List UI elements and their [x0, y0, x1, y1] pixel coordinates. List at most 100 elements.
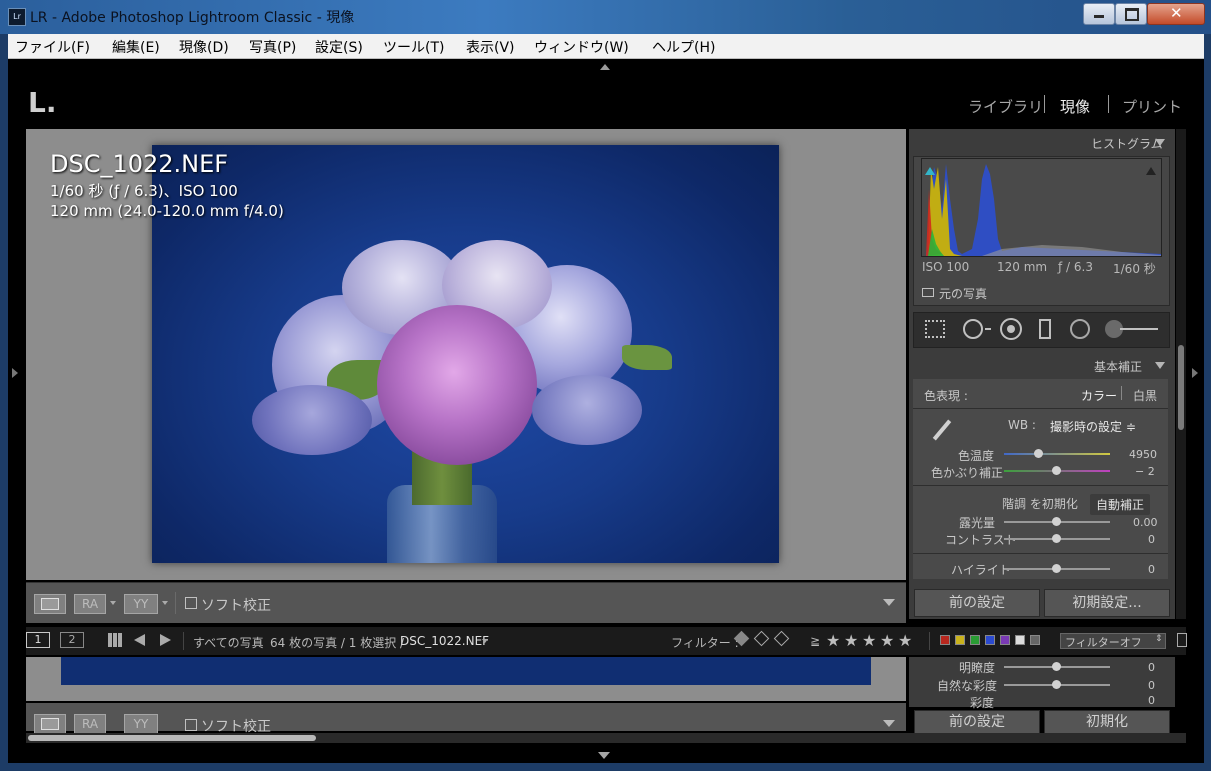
reset-button[interactable]: 初期化: [1044, 710, 1170, 734]
toolbar-divider: [175, 592, 176, 614]
purple-label-filter[interactable]: [1000, 635, 1010, 645]
original-photo-checkbox[interactable]: [922, 288, 934, 297]
saturation-value[interactable]: 0: [1148, 694, 1155, 707]
shadow-clipping-icon[interactable]: [925, 167, 935, 175]
radial-filter-icon[interactable]: [1070, 319, 1090, 339]
exposure-slider-knob[interactable]: [1052, 517, 1061, 526]
contrast-slider-knob[interactable]: [1052, 534, 1061, 543]
source-all-photos[interactable]: すべての写真: [193, 634, 264, 651]
histogram-graph[interactable]: [921, 158, 1162, 257]
tone-reset-label[interactable]: 階調 を初期化: [1002, 495, 1078, 512]
horizontal-scrollbar-thumb[interactable]: [28, 735, 316, 741]
before-after-tb-button[interactable]: YY: [124, 594, 158, 614]
temp-slider[interactable]: [1004, 453, 1110, 455]
menu-file[interactable]: ファイル(F): [15, 37, 90, 57]
previous-settings-button[interactable]: 前の設定: [914, 710, 1040, 734]
left-panel-toggle-icon[interactable]: [12, 368, 18, 378]
maximize-button[interactable]: [1115, 3, 1147, 25]
previous-image-icon[interactable]: [134, 634, 145, 646]
minimize-button[interactable]: [1083, 3, 1115, 25]
clarity-value[interactable]: 0: [1148, 661, 1155, 674]
loupe-view-button[interactable]: [34, 594, 66, 614]
chevron-down-icon[interactable]: [110, 601, 116, 605]
filmstrip-toggle-icon[interactable]: [1177, 633, 1187, 647]
graduated-filter-icon[interactable]: [1039, 319, 1051, 339]
collapse-triangle-icon[interactable]: [1155, 139, 1165, 146]
red-eye-icon[interactable]: [1000, 318, 1022, 340]
menu-photo[interactable]: 写真(P): [249, 37, 296, 57]
star-5-icon[interactable]: ★: [898, 631, 912, 650]
menu-window[interactable]: ウィンドウ(W): [534, 37, 629, 57]
no-label-filter[interactable]: [1030, 635, 1040, 645]
before-after-tb-button[interactable]: YY: [124, 714, 158, 734]
current-file[interactable]: DSC_1022.NEF: [400, 634, 489, 648]
menu-edit[interactable]: 編集(E): [112, 37, 160, 57]
menu-settings[interactable]: 設定(S): [315, 37, 363, 57]
red-label-filter[interactable]: [940, 635, 950, 645]
highlights-slider-knob[interactable]: [1052, 564, 1061, 573]
toolbar-menu-icon[interactable]: [883, 599, 895, 606]
tint-value[interactable]: − 2: [1135, 465, 1155, 478]
grid-view-icon[interactable]: [108, 633, 122, 647]
close-button[interactable]: ✕: [1147, 3, 1205, 25]
wb-select[interactable]: 撮影時の設定 ≑: [1050, 418, 1136, 435]
blue-label-filter[interactable]: [985, 635, 995, 645]
histogram-title[interactable]: ヒストグラム: [1091, 135, 1163, 152]
module-print[interactable]: プリント: [1122, 96, 1182, 117]
loupe-view-button[interactable]: [34, 714, 66, 734]
bottom-panel-toggle-icon[interactable]: [598, 752, 610, 759]
clarity-slider-knob[interactable]: [1052, 662, 1061, 671]
module-library[interactable]: ライブラリ: [968, 96, 1043, 117]
star-2-icon[interactable]: ★: [844, 631, 858, 650]
treatment-bw[interactable]: 白黒: [1133, 387, 1157, 404]
chevron-down-icon[interactable]: [162, 601, 168, 605]
temp-slider-knob[interactable]: [1034, 449, 1043, 458]
before-after-lr-button[interactable]: RA: [74, 714, 106, 734]
green-label-filter[interactable]: [970, 635, 980, 645]
chevron-down-icon[interactable]: [482, 639, 488, 643]
star-1-icon[interactable]: ★: [826, 631, 840, 650]
vibrance-value[interactable]: 0: [1148, 679, 1155, 692]
reset-button[interactable]: 初期設定...: [1044, 589, 1170, 617]
star-3-icon[interactable]: ★: [862, 631, 876, 650]
custom-label-filter[interactable]: [1015, 635, 1025, 645]
crop-tool-icon[interactable]: [925, 320, 945, 338]
temp-value[interactable]: 4950: [1129, 448, 1157, 461]
menu-tools[interactable]: ツール(T): [383, 37, 444, 57]
secondary-window-button[interactable]: 2: [60, 632, 84, 648]
spot-removal-icon[interactable]: [963, 319, 983, 339]
rose-lower-left: [252, 385, 372, 455]
soft-proof-checkbox[interactable]: [185, 597, 197, 609]
white-balance-picker[interactable]: [928, 418, 954, 444]
collapse-triangle-icon[interactable]: [1155, 362, 1165, 369]
highlights-value[interactable]: 0: [1148, 563, 1155, 576]
auto-tone-button[interactable]: 自動補正: [1090, 494, 1151, 515]
vibrance-slider-knob[interactable]: [1052, 680, 1061, 689]
basic-title[interactable]: 基本補正: [1094, 358, 1142, 375]
highlight-clipping-icon[interactable]: [1146, 167, 1156, 175]
panel-scrollbar-thumb[interactable]: [1178, 345, 1184, 430]
contrast-value[interactable]: 0: [1148, 533, 1155, 546]
menu-view[interactable]: 表示(V): [466, 37, 515, 57]
secondary-photo[interactable]: [61, 657, 871, 685]
soft-proof-checkbox[interactable]: [185, 719, 197, 731]
yellow-label-filter[interactable]: [955, 635, 965, 645]
secondary-toolbar: [26, 703, 906, 731]
top-panel-toggle-icon[interactable]: [600, 64, 610, 70]
rating-operator[interactable]: ≧: [810, 634, 820, 648]
module-develop[interactable]: 現像: [1060, 96, 1090, 117]
before-after-lr-button[interactable]: RA: [74, 594, 106, 614]
star-4-icon[interactable]: ★: [880, 631, 894, 650]
filter-preset-select[interactable]: フィルターオフ ⇕: [1060, 633, 1166, 649]
right-panel-toggle-icon[interactable]: [1192, 368, 1198, 378]
main-window-button[interactable]: 1: [26, 632, 50, 648]
next-image-icon[interactable]: [160, 634, 171, 646]
menu-help[interactable]: ヘルプ(H): [652, 37, 715, 57]
tint-slider-knob[interactable]: [1052, 466, 1061, 475]
treatment-color[interactable]: カラー: [1081, 387, 1117, 404]
menu-develop[interactable]: 現像(D): [179, 37, 229, 57]
previous-settings-button[interactable]: 前の設定: [914, 589, 1040, 617]
exposure-value[interactable]: 0.00: [1133, 516, 1158, 529]
spot-arrow-icon: [985, 328, 991, 330]
toolbar-menu-icon[interactable]: [883, 720, 895, 727]
